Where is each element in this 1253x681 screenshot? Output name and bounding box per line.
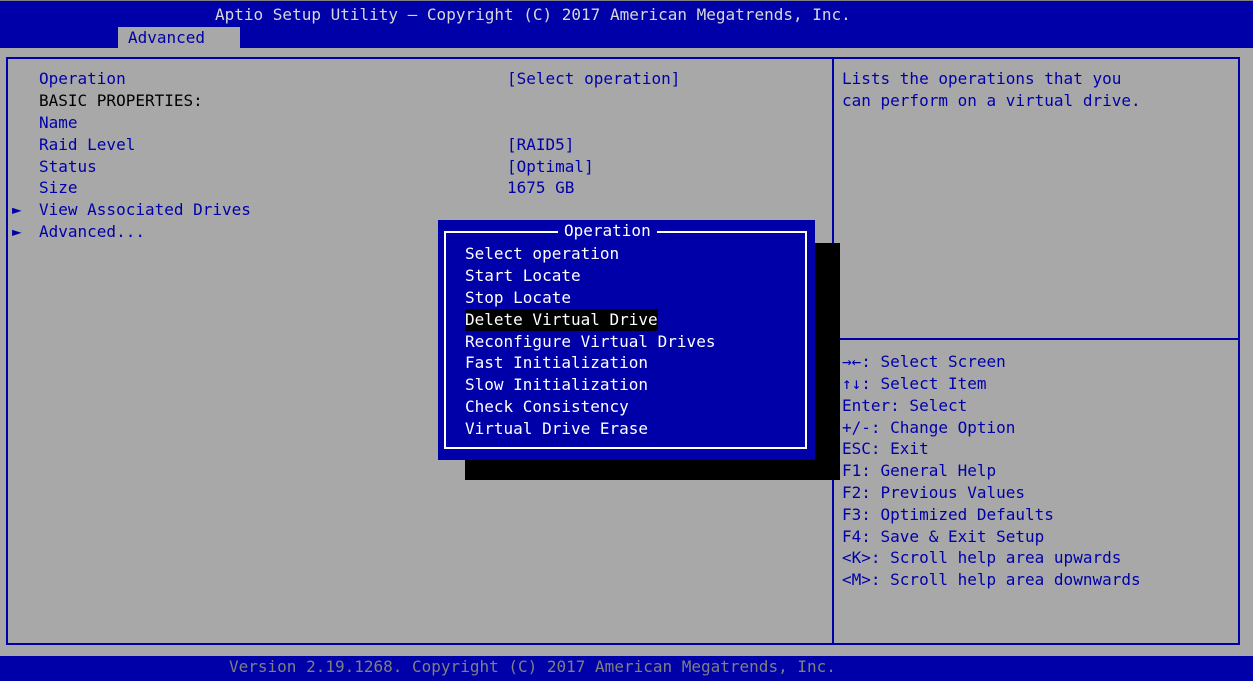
setting-size-label: Size xyxy=(39,178,78,197)
submenu-view-associated-drives-label: View Associated Drives xyxy=(39,200,251,219)
popup-option-slow-initialization[interactable]: Slow Initialization xyxy=(465,374,648,396)
tab-advanced-label: Advanced xyxy=(128,28,206,47)
popup-option-stop-locate[interactable]: Stop Locate xyxy=(465,287,571,309)
help-key-scroll-up: <K>: Scroll help area upwards xyxy=(842,548,1122,567)
popup-option-start-locate[interactable]: Start Locate xyxy=(465,265,581,287)
setting-status-label: Status xyxy=(39,157,97,176)
help-key-scroll-down: <M>: Scroll help area downwards xyxy=(842,570,1141,589)
frame-right-line xyxy=(1238,57,1240,645)
header-bar: Aptio Setup Utility – Copyright (C) 2017… xyxy=(0,0,1253,49)
setting-operation-label[interactable]: Operation xyxy=(39,68,126,90)
help-key-select-item: ↑↓: Select Item xyxy=(842,374,987,393)
frame-left-line xyxy=(6,57,8,645)
setting-name-label: Name xyxy=(39,113,78,132)
setting-raid-level-value: [RAID5] xyxy=(507,135,575,154)
help-description-line-1: Lists the operations that you xyxy=(842,69,1122,88)
help-key-f1: F1: General Help xyxy=(842,461,997,480)
frame-top-line xyxy=(6,57,1240,59)
setting-raid-level-label: Raid Level xyxy=(39,135,136,154)
submenu-advanced-label: Advanced... xyxy=(39,222,145,241)
popup-option-select-operation[interactable]: Select operation xyxy=(465,243,619,265)
help-key-select-screen: →←: Select Screen xyxy=(842,352,1006,371)
submenu-arrow-icon: ► xyxy=(12,200,22,219)
setting-operation-value[interactable]: [Select operation] xyxy=(507,68,680,90)
submenu-arrow-icon: ► xyxy=(12,222,22,241)
help-key-f4: F4: Save & Exit Setup xyxy=(842,527,1045,546)
help-description-line-2: can perform on a virtual drive. xyxy=(842,91,1141,110)
setting-status-value: [Optimal] xyxy=(507,157,594,176)
popup-option-fast-initialization[interactable]: Fast Initialization xyxy=(465,352,648,374)
operation-popup: Operation Select operation Start Locate … xyxy=(438,220,815,460)
popup-title: Operation xyxy=(558,220,657,242)
help-key-enter: Enter: Select xyxy=(842,396,968,415)
popup-option-reconfigure-virtual-drives[interactable]: Reconfigure Virtual Drives xyxy=(465,331,715,353)
tab-advanced[interactable]: Advanced xyxy=(118,27,240,49)
help-key-esc: ESC: Exit xyxy=(842,439,929,458)
setting-size-value: 1675 GB xyxy=(507,178,575,197)
help-key-f3: F3: Optimized Defaults xyxy=(842,505,1054,524)
footer-version-text: Version 2.19.1268. Copyright (C) 2017 Am… xyxy=(229,657,836,676)
basic-properties-heading: BASIC PROPERTIES: xyxy=(39,91,203,110)
popup-option-virtual-drive-erase[interactable]: Virtual Drive Erase xyxy=(465,418,648,440)
popup-option-delete-virtual-drive[interactable]: Delete Virtual Drive xyxy=(465,309,658,331)
app-title: Aptio Setup Utility – Copyright (C) 2017… xyxy=(215,5,851,24)
help-key-change-option: +/-: Change Option xyxy=(842,418,1016,437)
help-key-f2: F2: Previous Values xyxy=(842,483,1026,502)
popup-option-check-consistency[interactable]: Check Consistency xyxy=(465,396,629,418)
help-divider xyxy=(832,338,1240,340)
frame-bottom-line xyxy=(6,643,1240,645)
footer-bar: Version 2.19.1268. Copyright (C) 2017 Am… xyxy=(0,656,1253,681)
